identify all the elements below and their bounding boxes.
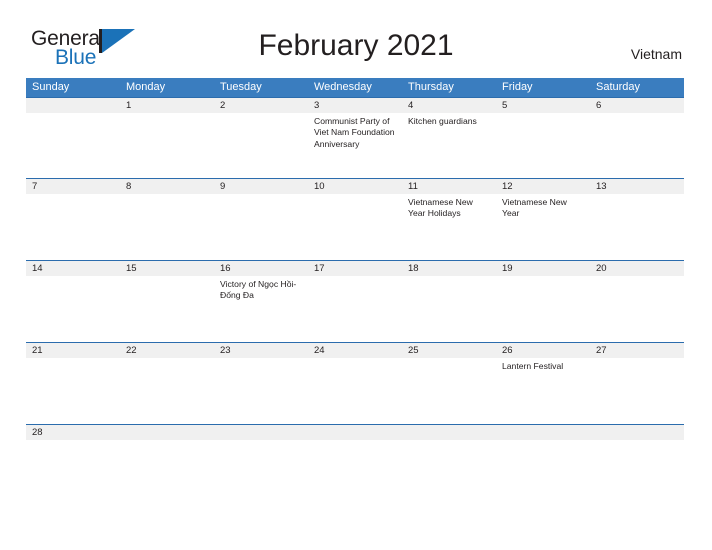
weekday-header-sunday: Sunday bbox=[32, 81, 70, 93]
event-label: Communist Party of Viet Nam Foundation A… bbox=[314, 116, 395, 149]
day-events-cell[interactable] bbox=[496, 276, 590, 342]
day-events-cell[interactable] bbox=[590, 358, 684, 424]
day-events-cell[interactable] bbox=[120, 113, 214, 178]
week-date-band: 7 8 9 10 11 12 13 bbox=[26, 179, 684, 194]
day-events-cell[interactable] bbox=[308, 358, 402, 424]
weekday-header-saturday: Saturday bbox=[596, 81, 641, 93]
day-number[interactable] bbox=[214, 425, 308, 440]
week-row: 21 22 23 24 25 26 27 Lantern Festival bbox=[26, 342, 684, 424]
week-events-band: Vietnamese New Year Holidays Vietnamese … bbox=[26, 194, 684, 260]
weekday-header-friday: Friday bbox=[502, 81, 533, 93]
week-date-band: 1 2 3 4 5 6 bbox=[26, 98, 684, 113]
day-number[interactable]: 5 bbox=[496, 98, 590, 113]
day-events-cell[interactable]: Communist Party of Viet Nam Foundation A… bbox=[308, 113, 402, 178]
week-row: 28 bbox=[26, 424, 684, 440]
day-number[interactable]: 21 bbox=[26, 343, 120, 358]
day-events-cell[interactable]: Lantern Festival bbox=[496, 358, 590, 424]
day-number[interactable] bbox=[26, 98, 120, 113]
day-number[interactable]: 22 bbox=[120, 343, 214, 358]
day-number[interactable]: 12 bbox=[496, 179, 590, 194]
country-label: Vietnam bbox=[630, 46, 682, 62]
day-events-cell[interactable] bbox=[308, 194, 402, 260]
page-title: February 2021 bbox=[258, 29, 454, 62]
day-number[interactable]: 16 bbox=[214, 261, 308, 276]
day-number[interactable]: 8 bbox=[120, 179, 214, 194]
calendar-grid: Sunday Monday Tuesday Wednesday Thursday… bbox=[26, 78, 684, 440]
day-number[interactable]: 20 bbox=[590, 261, 684, 276]
weekday-header-row: Sunday Monday Tuesday Wednesday Thursday… bbox=[26, 78, 684, 97]
day-events-cell[interactable] bbox=[590, 194, 684, 260]
day-number[interactable] bbox=[402, 425, 496, 440]
event-label: Lantern Festival bbox=[502, 361, 564, 371]
day-number[interactable]: 17 bbox=[308, 261, 402, 276]
day-number[interactable]: 6 bbox=[590, 98, 684, 113]
event-label: Vietnamese New Year bbox=[502, 197, 567, 219]
day-events-cell[interactable] bbox=[120, 194, 214, 260]
day-number[interactable]: 14 bbox=[26, 261, 120, 276]
day-number[interactable]: 19 bbox=[496, 261, 590, 276]
day-number[interactable]: 15 bbox=[120, 261, 214, 276]
day-number[interactable]: 23 bbox=[214, 343, 308, 358]
day-events-cell[interactable]: Vietnamese New Year Holidays bbox=[402, 194, 496, 260]
day-number[interactable] bbox=[590, 425, 684, 440]
day-number[interactable]: 2 bbox=[214, 98, 308, 113]
day-events-cell[interactable] bbox=[590, 276, 684, 342]
week-date-band: 14 15 16 17 18 19 20 bbox=[26, 261, 684, 276]
day-number[interactable]: 18 bbox=[402, 261, 496, 276]
week-row: 14 15 16 17 18 19 20 Victory of Ngọc Hồi… bbox=[26, 260, 684, 342]
day-number[interactable]: 10 bbox=[308, 179, 402, 194]
week-events-band: Lantern Festival bbox=[26, 358, 684, 424]
day-number[interactable]: 4 bbox=[402, 98, 496, 113]
weekday-header-wednesday: Wednesday bbox=[314, 81, 372, 93]
day-events-cell[interactable] bbox=[26, 276, 120, 342]
weekday-header-tuesday: Tuesday bbox=[220, 81, 262, 93]
day-events-cell[interactable] bbox=[590, 113, 684, 178]
week-date-band: 28 bbox=[26, 425, 684, 440]
day-number[interactable]: 11 bbox=[402, 179, 496, 194]
day-number[interactable]: 24 bbox=[308, 343, 402, 358]
event-label: Kitchen guardians bbox=[408, 116, 477, 126]
weekday-header-thursday: Thursday bbox=[408, 81, 454, 93]
weekday-header-monday: Monday bbox=[126, 81, 166, 93]
week-events-band: Communist Party of Viet Nam Foundation A… bbox=[26, 113, 684, 178]
day-events-cell[interactable] bbox=[120, 276, 214, 342]
day-events-cell[interactable] bbox=[308, 276, 402, 342]
day-events-cell[interactable] bbox=[26, 358, 120, 424]
day-events-cell[interactable] bbox=[120, 358, 214, 424]
day-number[interactable] bbox=[308, 425, 402, 440]
week-row: 7 8 9 10 11 12 13 Vietnamese New Year Ho… bbox=[26, 178, 684, 260]
week-row: 1 2 3 4 5 6 Communist Party of Viet Nam … bbox=[26, 97, 684, 178]
day-events-cell[interactable] bbox=[26, 194, 120, 260]
event-label: Vietnamese New Year Holidays bbox=[408, 197, 473, 219]
event-label: Victory of Ngọc Hồi-Đống Đa bbox=[220, 279, 297, 301]
day-events-cell[interactable] bbox=[214, 358, 308, 424]
day-events-cell[interactable] bbox=[402, 276, 496, 342]
day-number[interactable]: 26 bbox=[496, 343, 590, 358]
day-number[interactable]: 9 bbox=[214, 179, 308, 194]
week-events-band: Victory of Ngọc Hồi-Đống Đa bbox=[26, 276, 684, 342]
day-events-cell[interactable]: Kitchen guardians bbox=[402, 113, 496, 178]
day-number[interactable]: 25 bbox=[402, 343, 496, 358]
calendar-page: General Blue February 2021 Vietnam Sunda… bbox=[0, 0, 712, 550]
day-number[interactable]: 7 bbox=[26, 179, 120, 194]
day-number[interactable] bbox=[120, 425, 214, 440]
day-number[interactable]: 1 bbox=[120, 98, 214, 113]
day-number[interactable]: 13 bbox=[590, 179, 684, 194]
day-events-cell[interactable] bbox=[402, 358, 496, 424]
day-number[interactable]: 3 bbox=[308, 98, 402, 113]
day-events-cell[interactable] bbox=[214, 194, 308, 260]
day-events-cell[interactable] bbox=[26, 113, 120, 178]
day-events-cell[interactable] bbox=[496, 113, 590, 178]
page-header: General Blue February 2021 Vietnam bbox=[0, 0, 712, 76]
day-number[interactable]: 28 bbox=[26, 425, 120, 440]
day-events-cell[interactable]: Vietnamese New Year bbox=[496, 194, 590, 260]
day-events-cell[interactable] bbox=[214, 113, 308, 178]
day-events-cell[interactable]: Victory of Ngọc Hồi-Đống Đa bbox=[214, 276, 308, 342]
day-number[interactable] bbox=[496, 425, 590, 440]
day-number[interactable]: 27 bbox=[590, 343, 684, 358]
week-date-band: 21 22 23 24 25 26 27 bbox=[26, 343, 684, 358]
